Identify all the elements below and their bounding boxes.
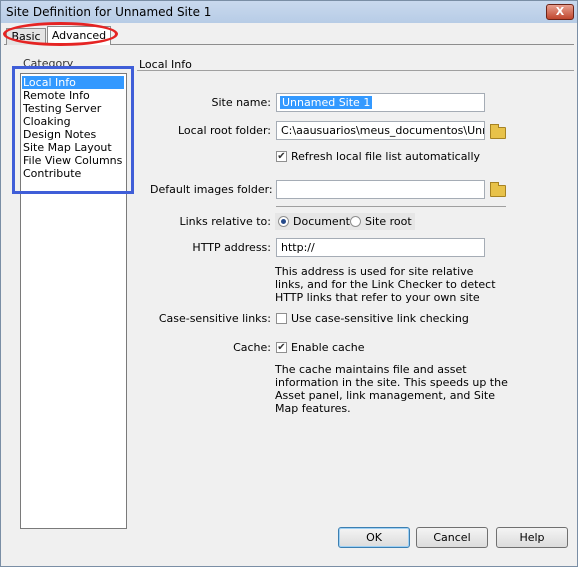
enable-cache-label: Enable cache bbox=[291, 341, 365, 354]
site-root-radio-label: Site root bbox=[365, 215, 412, 228]
ok-button[interactable]: OK bbox=[338, 527, 410, 548]
site-name-value: Unnamed Site 1 bbox=[280, 96, 373, 109]
site-name-label: Site name: bbox=[211, 96, 271, 109]
close-button[interactable]: X bbox=[546, 4, 574, 20]
enable-cache-checkbox[interactable]: ✔ bbox=[276, 342, 287, 353]
cancel-button[interactable]: Cancel bbox=[416, 527, 488, 548]
http-help-text: This address is used for site relative l… bbox=[275, 265, 496, 304]
http-address-input[interactable]: http:// bbox=[276, 238, 485, 257]
local-root-label: Local root folder: bbox=[177, 124, 271, 137]
check-icon: ✔ bbox=[277, 342, 286, 353]
browse-images-folder-icon[interactable] bbox=[490, 182, 506, 197]
case-sensitive-checkbox-label: Use case-sensitive link checking bbox=[291, 312, 469, 325]
document-radio[interactable] bbox=[278, 216, 289, 227]
browse-folder-icon[interactable] bbox=[490, 124, 506, 139]
refresh-checkbox[interactable]: ✔ bbox=[276, 151, 287, 162]
help-button[interactable]: Help bbox=[496, 527, 568, 548]
case-sensitive-checkbox[interactable] bbox=[276, 313, 287, 324]
check-icon: ✔ bbox=[277, 151, 286, 162]
cache-help-text: The cache maintains file and asset infor… bbox=[275, 363, 508, 415]
refresh-label: Refresh local file list automatically bbox=[291, 150, 481, 163]
site-name-input[interactable]: Unnamed Site 1 bbox=[276, 93, 485, 112]
window-title: Site Definition for Unnamed Site 1 bbox=[6, 5, 212, 19]
http-address-label: HTTP address: bbox=[192, 241, 271, 254]
options-divider bbox=[276, 206, 506, 207]
cache-label: Cache: bbox=[233, 341, 271, 354]
site-root-radio[interactable] bbox=[350, 216, 361, 227]
document-radio-label: Document bbox=[293, 215, 350, 228]
links-relative-label: Links relative to: bbox=[179, 215, 272, 228]
section-divider bbox=[137, 70, 574, 71]
default-images-input[interactable] bbox=[276, 180, 485, 199]
default-images-label: Default images folder: bbox=[150, 183, 273, 196]
category-annotation-box bbox=[12, 66, 134, 194]
case-sensitive-label: Case-sensitive links: bbox=[158, 312, 271, 325]
title-bar[interactable]: Site Definition for Unnamed Site 1 bbox=[1, 1, 577, 23]
local-root-input[interactable]: C:\aausuarios\meus_documentos\Unname bbox=[276, 121, 485, 140]
tab-annotation-circle bbox=[3, 22, 118, 46]
